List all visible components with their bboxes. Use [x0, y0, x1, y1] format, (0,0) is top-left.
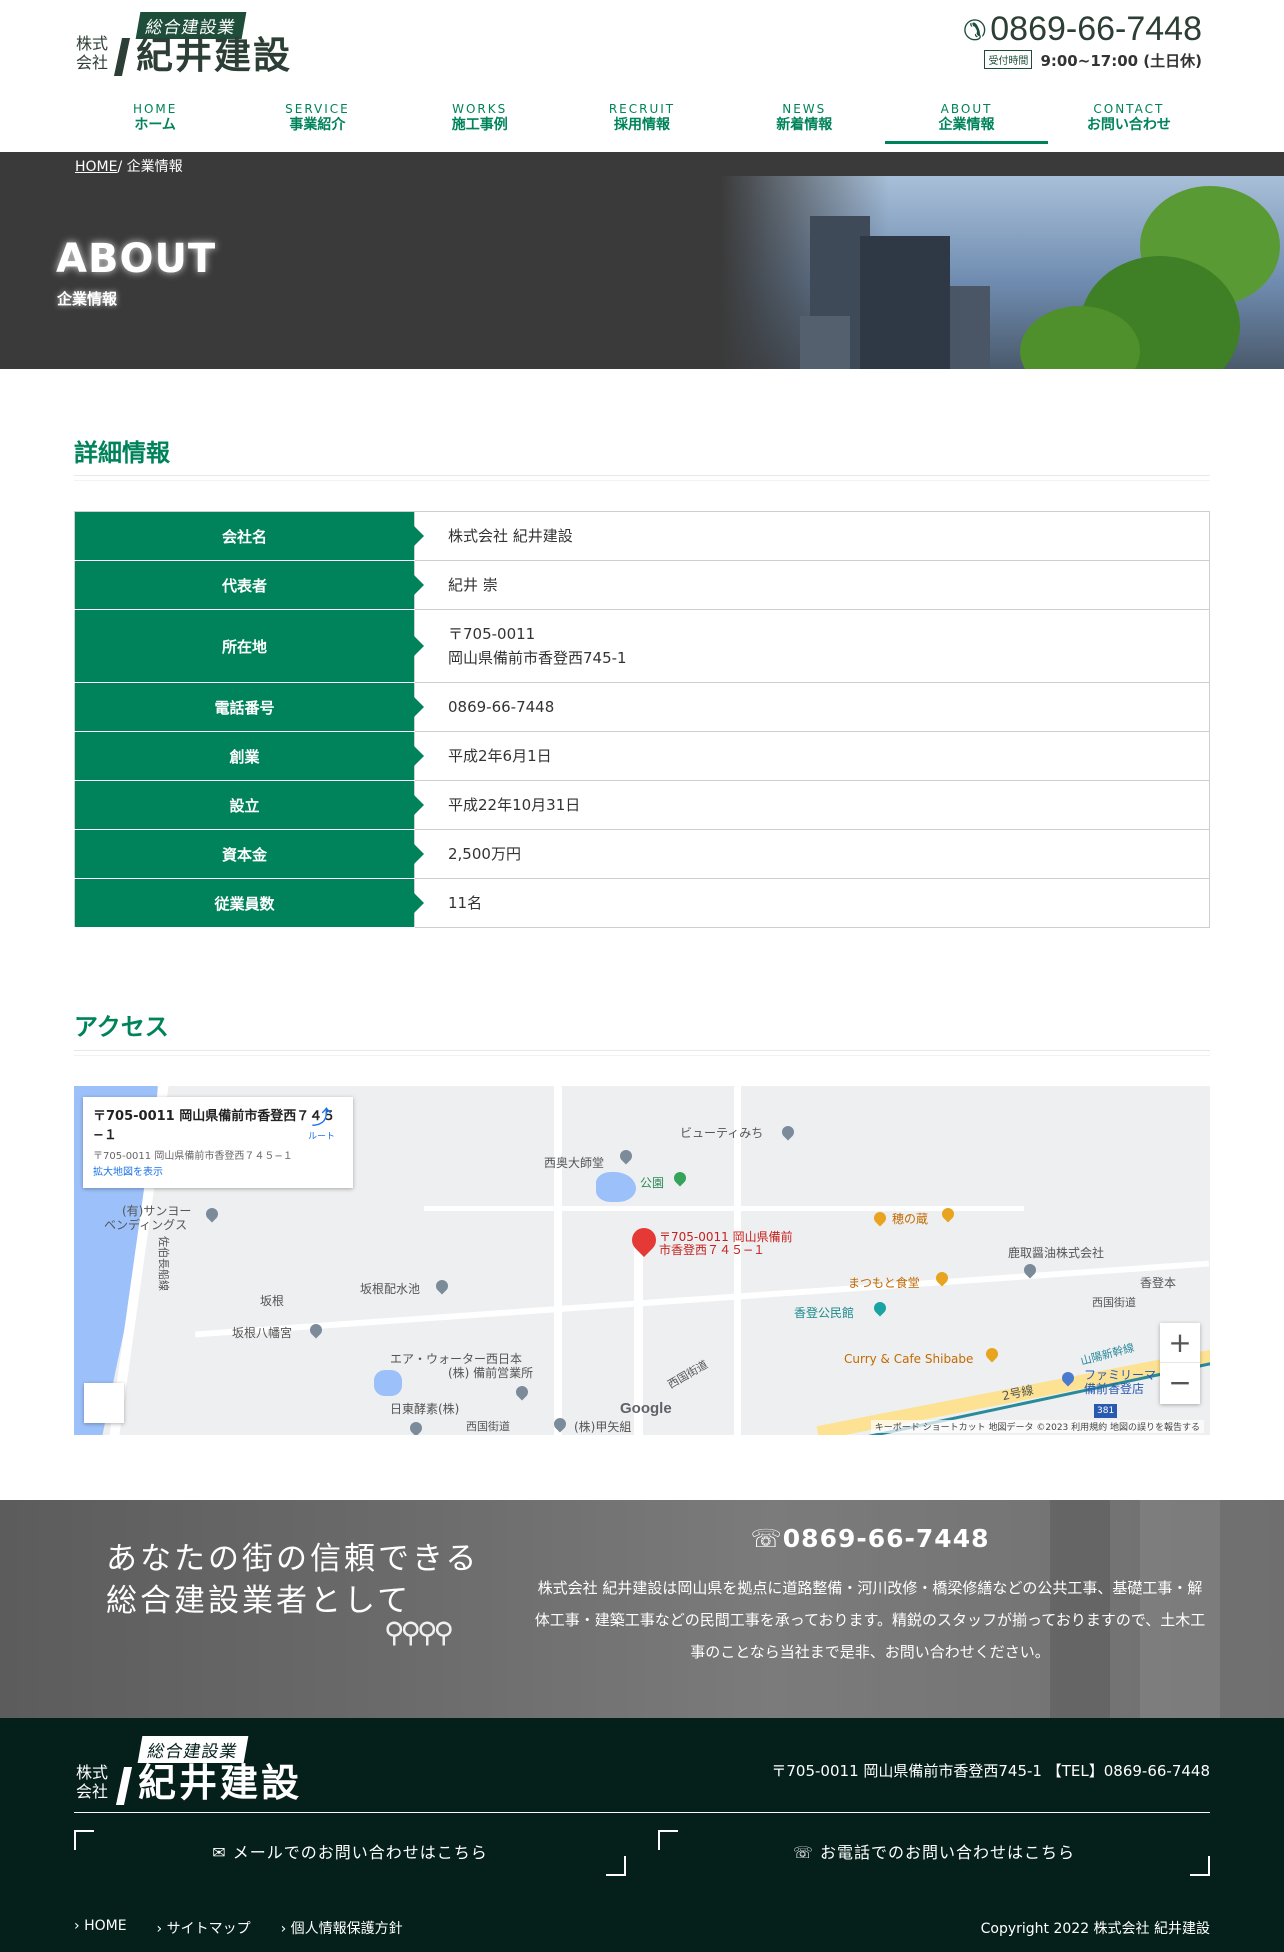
- footer-logo-subtitle: 総合建設業: [137, 1736, 249, 1763]
- access-heading-line: [74, 1050, 1210, 1056]
- site-footer: 総合建設業 株式会社 紀井建設 〒705-0011 岡山県備前市香登西745-1…: [0, 1718, 1284, 1952]
- phone-icon: ☏: [750, 1524, 783, 1553]
- row-value: 平成22年10月31日: [414, 780, 1210, 830]
- table-row: 従業員数 11名: [74, 878, 1210, 928]
- tel-contact-button[interactable]: ☏ お電話でのお問い合わせはこちら: [658, 1830, 1210, 1876]
- hours-text: 9:00~17:00 (土日休): [1040, 52, 1202, 70]
- table-row: 創業 平成2年6月1日: [74, 731, 1210, 781]
- row-label: 創業: [74, 731, 424, 781]
- footer-link-privacy[interactable]: 個人情報保護方針: [281, 1918, 403, 1938]
- site-header: 総合建設業 株式会社 紀井建設 ✆ 0869-66-7448 受付時間 9:00~1…: [0, 0, 1284, 152]
- logo-name: 紀井建設: [136, 34, 292, 77]
- copyright: Copyright 2022 株式会社 紀井建設: [980, 1921, 1210, 1937]
- nav-news[interactable]: NEWS 新着情報: [723, 102, 885, 144]
- hours-badge: 受付時間: [984, 50, 1033, 69]
- zoom-out-button[interactable]: −: [1160, 1363, 1200, 1403]
- nav-about[interactable]: ABOUT 企業情報: [885, 102, 1048, 144]
- nav-works[interactable]: WORKS 施工事例: [399, 102, 561, 144]
- row-value: 株式会社 紀井建設: [414, 511, 1210, 561]
- row-value: 平成2年6月1日: [414, 731, 1210, 781]
- directions-icon[interactable]: ⤴ ルート: [308, 1107, 335, 1147]
- site-logo[interactable]: 総合建設業 株式会社 紀井建設: [74, 10, 314, 77]
- page-title: ABOUT: [56, 236, 217, 282]
- header-tel: ✆ 0869-66-7448 受付時間 9:00~17:00 (土日休): [963, 8, 1202, 71]
- footer-divider: [74, 1812, 1210, 1813]
- footer-address: 〒705-0011 岡山県備前市香登西745-1 【TEL】0869-66-74…: [771, 1762, 1210, 1780]
- row-value: 〒705-0011 岡山県備前市香登西745-1: [414, 609, 1210, 683]
- mail-icon: ✉: [212, 1843, 233, 1862]
- footer-logo-bar: [115, 1767, 133, 1805]
- catchphrase: あなたの街の信頼できる 総合建設業者として: [106, 1541, 480, 1619]
- google-logo: Google: [620, 1400, 672, 1417]
- hero-photo: [720, 176, 1284, 369]
- table-row: 資本金 2,500万円: [74, 829, 1210, 879]
- map-zoom-control: + −: [1160, 1323, 1200, 1404]
- band-description: 株式会社 紀井建設は岡山県を拠点に道路整備・河川改修・橋梁修繕などの公共工事、基…: [534, 1579, 1206, 1661]
- footer-link-home[interactable]: HOME: [74, 1918, 127, 1938]
- row-value: 2,500万円: [414, 829, 1210, 879]
- row-label: 代表者: [74, 560, 424, 610]
- footer-link-sitemap[interactable]: サイトマップ: [157, 1918, 251, 1938]
- mail-contact-button[interactable]: ✉ メールでのお問い合わせはこちら: [74, 1830, 626, 1876]
- row-label: 設立: [74, 780, 424, 830]
- footer-logo-kabushiki: 株式会社: [76, 1763, 109, 1801]
- breadcrumb-separator: /: [117, 159, 123, 175]
- band-tel[interactable]: ☏0869-66-7448: [532, 1524, 1208, 1553]
- access-heading: アクセス: [74, 1013, 169, 1041]
- nav-recruit[interactable]: RECRUIT 採用情報: [561, 102, 723, 144]
- details-heading-line: [74, 475, 1210, 481]
- page-subtitle: 企業情報: [57, 290, 118, 308]
- table-row: 設立 平成22年10月31日: [74, 780, 1210, 830]
- header-hours: 受付時間 9:00~17:00 (土日休): [963, 50, 1202, 71]
- map-larger-link[interactable]: 拡大地図を表示: [93, 1163, 163, 1178]
- header-tel-number[interactable]: ✆ 0869-66-7448: [963, 8, 1202, 52]
- row-label: 資本金: [74, 829, 424, 879]
- table-row: 所在地 〒705-0011 岡山県備前市香登西745-1: [74, 609, 1210, 683]
- company-info-table: 会社名 株式会社 紀井建設 代表者 紀井 崇 所在地 〒705-0011 岡山県備前市香…: [74, 511, 1210, 928]
- row-label: 従業員数: [74, 878, 424, 928]
- map-card-address: 〒705-0011 岡山県備前市香登西７４５−１: [93, 1151, 293, 1162]
- row-label: 所在地: [74, 609, 424, 683]
- row-label: 会社名: [74, 511, 424, 561]
- map-pin-icon[interactable]: [627, 1223, 661, 1257]
- footer-logo-name: 紀井建設: [138, 1761, 303, 1805]
- breadcrumb-current: 企業情報: [126, 159, 183, 175]
- address-line: 岡山県備前市香登西745-1: [448, 649, 627, 667]
- page-hero: HOME/ 企業情報 ABOUT 企業情報: [0, 152, 1284, 369]
- zoom-in-button[interactable]: +: [1160, 1323, 1200, 1363]
- nav-service[interactable]: SERVICE 事業紹介: [236, 102, 398, 144]
- map-info-card: 〒705-0011 岡山県備前市香登西７４５−１ 〒705-0011 岡山県備前…: [83, 1097, 353, 1188]
- row-label: 電話番号: [74, 682, 424, 732]
- breadcrumb-home[interactable]: HOME: [75, 159, 117, 175]
- family-illustration-icon: ⚲⚲⚲⚲: [384, 1616, 454, 1649]
- details-heading: 詳細情報: [74, 439, 170, 467]
- catchphrase-band: あなたの街の信頼できる 総合建設業者として ⚲⚲⚲⚲ ☏0869-66-7448…: [0, 1500, 1284, 1718]
- table-row: 電話番号 0869-66-7448: [74, 682, 1210, 732]
- logo-bar: [113, 38, 131, 76]
- row-value: 紀井 崇: [414, 560, 1210, 610]
- map-card-title: 〒705-0011 岡山県備前市香登西７４５−１: [93, 1109, 336, 1143]
- table-row: 代表者 紀井 崇: [74, 560, 1210, 610]
- phone-icon: ☏: [792, 1843, 821, 1862]
- breadcrumb: HOME/ 企業情報: [75, 156, 183, 176]
- row-value: 0869-66-7448: [414, 682, 1210, 732]
- global-nav: HOME ホーム SERVICE 事業紹介 WORKS 施工事例 RECRUIT 採用情…: [74, 102, 1210, 144]
- logo-kabushiki: 株式会社: [76, 34, 109, 72]
- map-attribution[interactable]: キーボード ショートカット 地図データ ©2023 利用規約 地図の誤りを報告す…: [870, 1420, 1204, 1433]
- postal-code: 〒705-0011: [448, 625, 536, 643]
- phone-icon: ✆: [962, 15, 987, 46]
- footer-logo[interactable]: 総合建設業 株式会社 紀井建設: [74, 1736, 334, 1808]
- nav-home[interactable]: HOME ホーム: [74, 102, 236, 144]
- google-map[interactable]: ビューティみち 西奥大師堂 公園 (有)サンヨー ベンディングス 穂の蔵 鹿取醤…: [74, 1086, 1210, 1435]
- table-row: 会社名 株式会社 紀井建設: [74, 511, 1210, 561]
- footer-nav: HOME サイトマップ 個人情報保護方針: [74, 1918, 403, 1938]
- row-value: 11名: [414, 878, 1210, 928]
- nav-contact[interactable]: CONTACT お問い合わせ: [1048, 102, 1210, 144]
- pegman-icon[interactable]: [84, 1383, 124, 1423]
